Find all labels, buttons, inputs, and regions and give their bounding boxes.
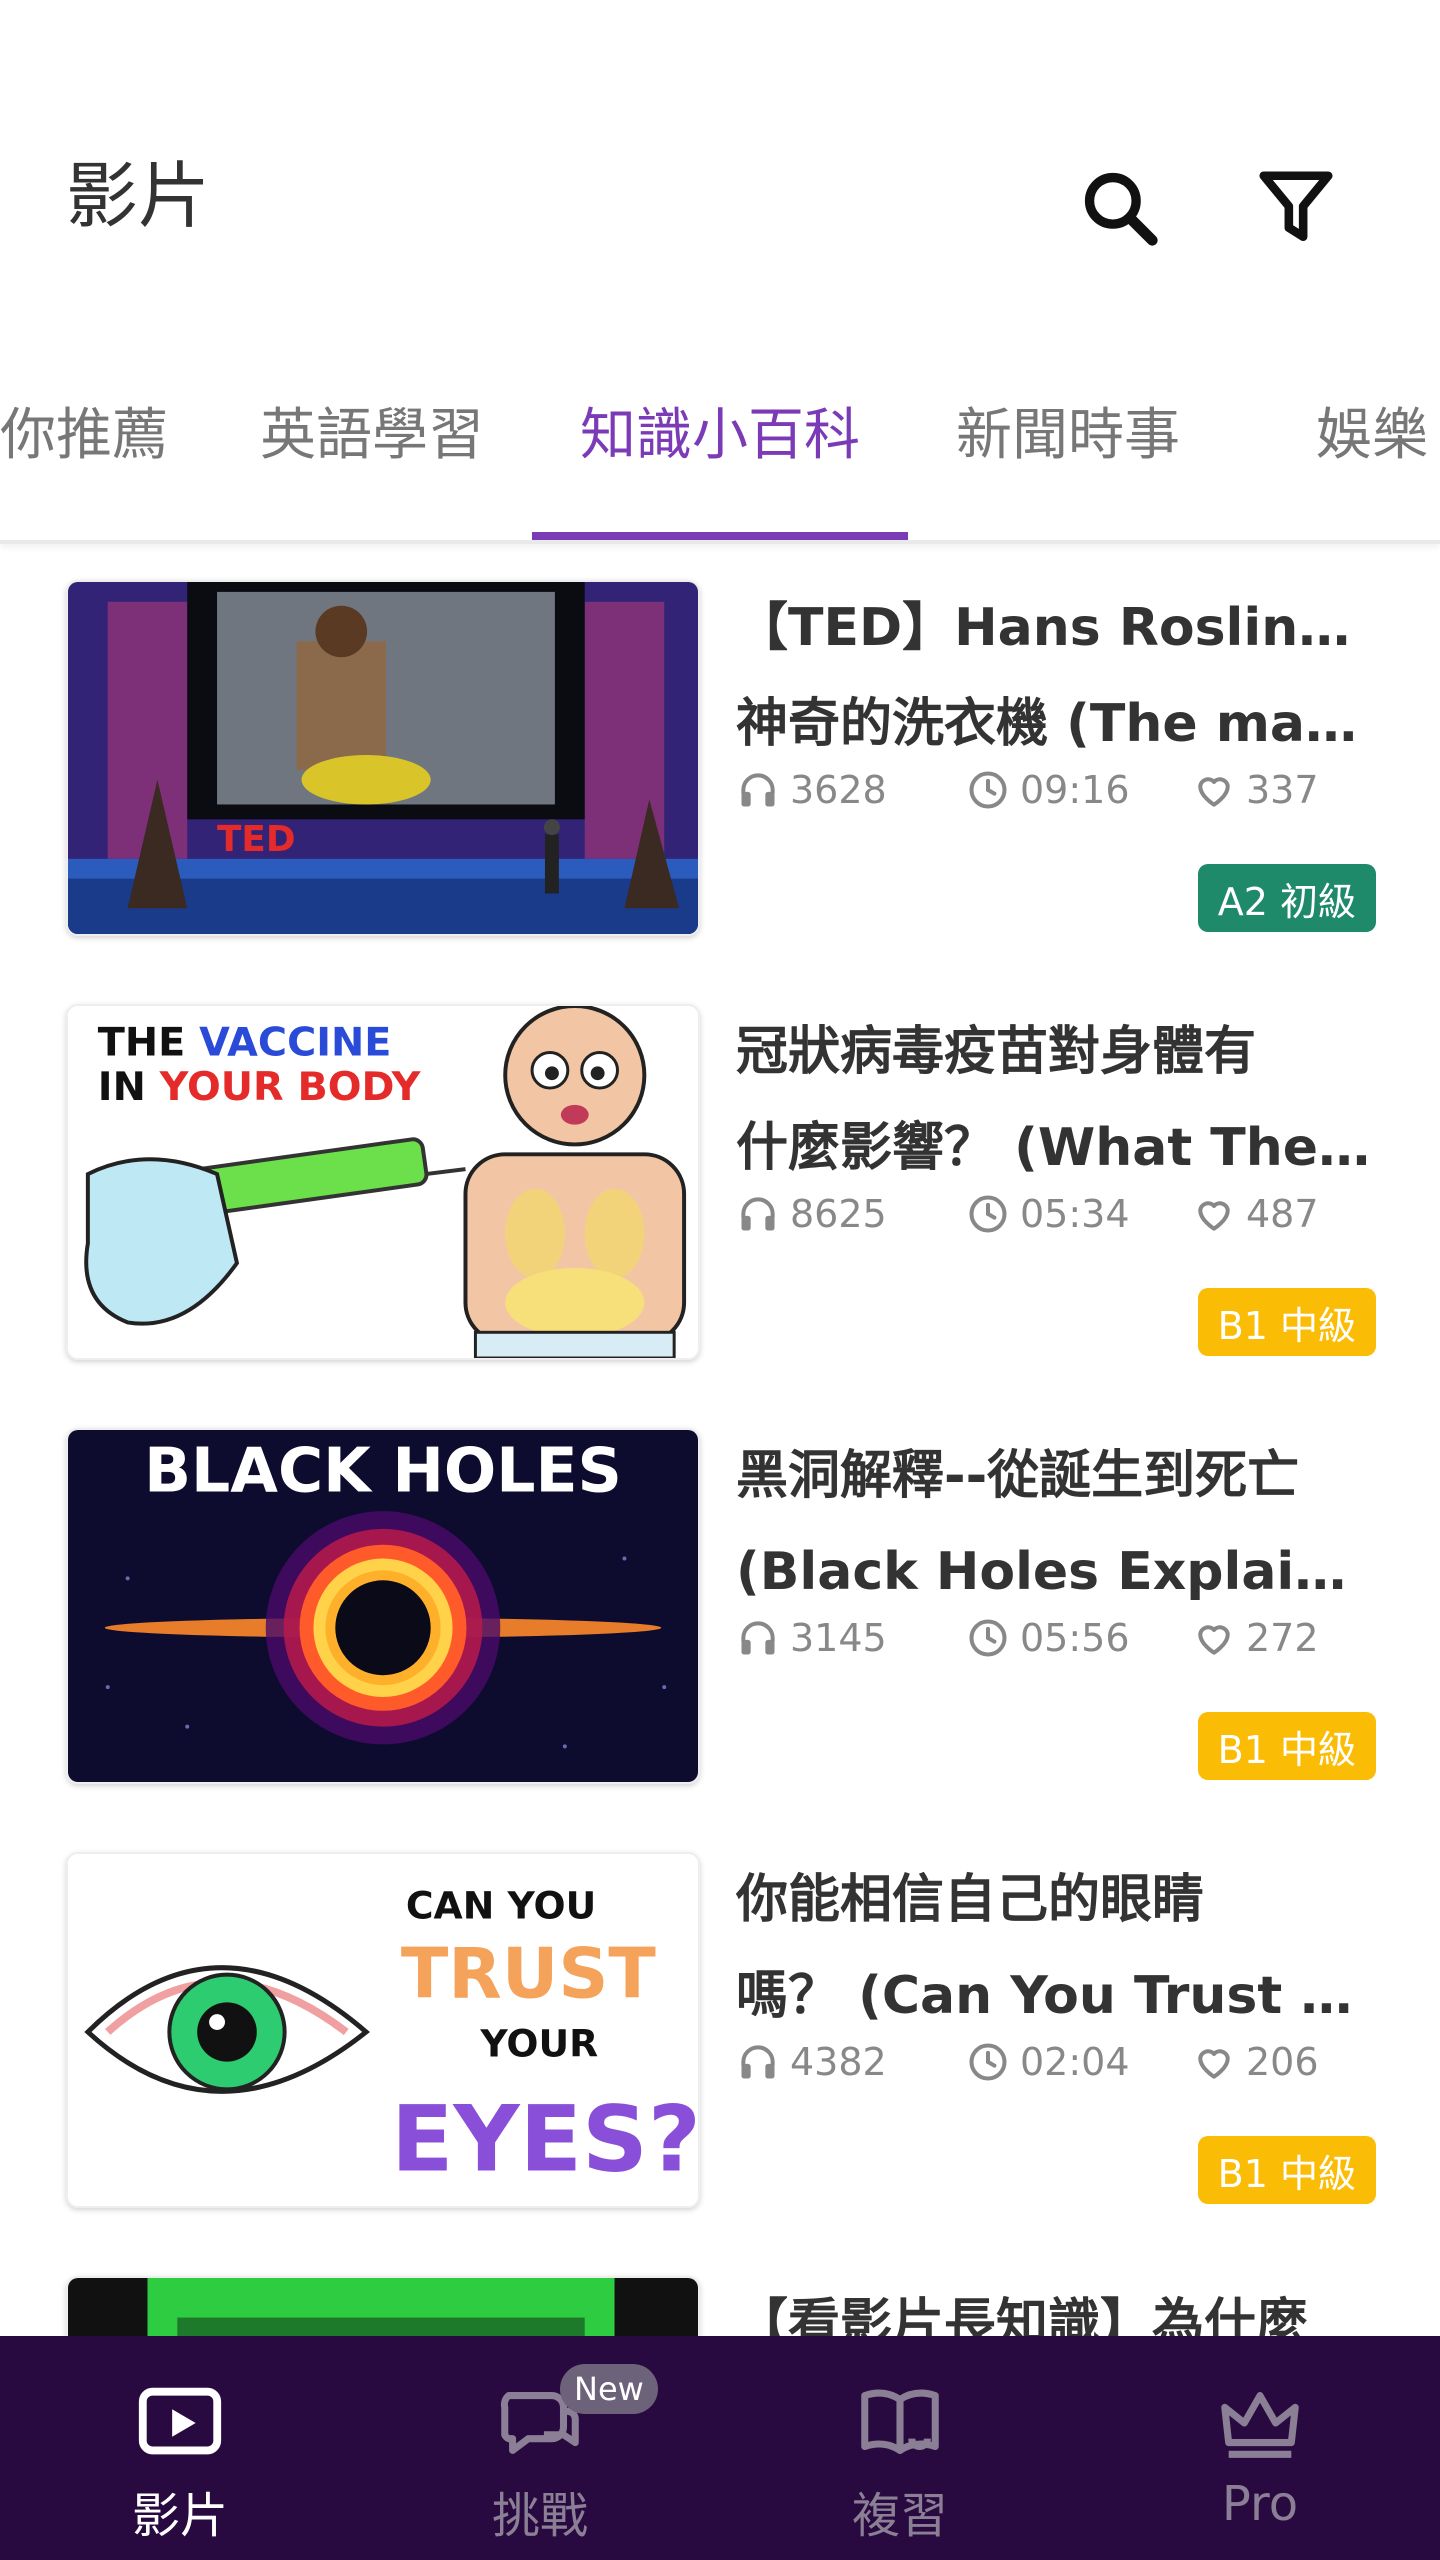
clock-icon [969, 2043, 1007, 2081]
clock-icon [969, 1195, 1007, 1233]
tab-news[interactable]: 新聞時事 [956, 400, 1180, 473]
listen-count: 8625 [736, 1186, 887, 1242]
heart-icon [1198, 1625, 1230, 1655]
svg-text:BLACK HOLES: BLACK HOLES [144, 1435, 622, 1506]
video-title[interactable]: 黑洞解釋--從誕生到死亡 (Black Holes Explained … [736, 1428, 1376, 1620]
svg-text:IN YOUR BODY: IN YOUR BODY [98, 1064, 422, 1110]
video-card[interactable]: BLACK HOLES 黑洞解釋--從誕生到死亡 (Black Holes Ex… [0, 1392, 1440, 1816]
clock-icon [969, 771, 1007, 809]
nav-videos[interactable]: 影片 [0, 2336, 360, 2560]
headphones-icon [741, 773, 775, 807]
listen-count: 3628 [736, 762, 887, 818]
listen-count: 4382 [736, 2034, 887, 2090]
svg-text:TED: TED [217, 819, 296, 860]
video-title[interactable]: 【看影片長知識】為什麼 [736, 2276, 1376, 2336]
like-count: 272 [1192, 1610, 1319, 1666]
like-count: 206 [1192, 2034, 1319, 2090]
video-card[interactable]: 【看影片長知識】為什麼 [0, 2240, 1440, 2336]
video-card[interactable]: TED 【TED】Hans Rosling 與 神奇的洗衣機 (The mag…… [0, 544, 1440, 968]
nav-pro[interactable]: Pro [1080, 2336, 1440, 2560]
crown-icon [1221, 2392, 1299, 2458]
active-tab-indicator [532, 532, 908, 540]
category-tabs: 你推薦 英語學習 知識小百科 新聞時事 娛樂 [0, 360, 1440, 544]
video-list[interactable]: TED 【TED】Hans Rosling 與 神奇的洗衣機 (The mag…… [0, 544, 1440, 2336]
video-stats: 8625 05:34 487 [736, 1186, 1376, 1242]
headphones-icon [741, 1197, 775, 1231]
nav-review[interactable]: 複習 [720, 2336, 1080, 2560]
video-stats: 3628 09:16 337 [736, 762, 1376, 818]
new-badge: New [560, 2364, 658, 2414]
video-thumbnail[interactable]: TED [66, 580, 700, 936]
video-thumbnail[interactable]: THE VACCINE IN YOUR BODY [66, 1004, 700, 1360]
video-duration: 05:34 [966, 1186, 1130, 1242]
video-thumbnail[interactable] [66, 2276, 700, 2336]
video-play-icon [138, 2387, 222, 2455]
video-thumbnail[interactable]: BLACK HOLES [66, 1428, 700, 1784]
svg-text:TRUST: TRUST [401, 1935, 656, 2015]
video-title[interactable]: 冠狀病毒疫苗對身體有 什麼影響？ (What The … [736, 1004, 1376, 1196]
svg-text:THE VACCINE: THE VACCINE [98, 1020, 392, 1066]
heart-icon [1198, 777, 1230, 807]
video-duration: 02:04 [966, 2034, 1130, 2090]
page-title: 影片 [66, 154, 211, 238]
video-card[interactable]: CAN YOU TRUST YOUR EYES? 你能相信自己的眼睛 嗎？ (C… [0, 1816, 1440, 2240]
heart-icon [1198, 2049, 1230, 2079]
app-header: 影片 [0, 0, 1440, 360]
filter-icon[interactable] [1248, 160, 1344, 256]
listen-count: 3145 [736, 1610, 887, 1666]
svg-text:CAN YOU: CAN YOU [406, 1883, 596, 1927]
search-icon[interactable] [1072, 160, 1168, 256]
level-badge: B1 中級 [1197, 2136, 1376, 2204]
video-duration: 05:56 [966, 1610, 1130, 1666]
tab-entertainment[interactable]: 娛樂 [1316, 400, 1428, 473]
book-review-icon [861, 2389, 939, 2454]
level-badge: B1 中級 [1197, 1288, 1376, 1356]
video-card[interactable]: THE VACCINE IN YOUR BODY 冠狀病毒疫苗對身體有 什麼影響… [0, 968, 1440, 1392]
svg-text:EYES?: EYES? [391, 2086, 698, 2193]
video-stats: 3145 05:56 272 [736, 1610, 1376, 1666]
video-duration: 09:16 [966, 762, 1130, 818]
tab-recommended[interactable]: 你推薦 [0, 400, 168, 473]
video-title[interactable]: 【TED】Hans Rosling 與 神奇的洗衣機 (The mag… [736, 580, 1376, 772]
clock-icon [969, 1619, 1007, 1657]
heart-icon [1198, 1201, 1230, 1231]
video-thumbnail[interactable]: CAN YOU TRUST YOUR EYES? [66, 1852, 700, 2208]
headphones-icon [741, 1621, 775, 1655]
like-count: 487 [1192, 1186, 1319, 1242]
svg-text:YOUR: YOUR [479, 2022, 598, 2066]
video-stats: 4382 02:04 206 [736, 2034, 1376, 2090]
level-badge: A2 初級 [1197, 864, 1376, 932]
tab-english-learning[interactable]: 英語學習 [260, 400, 484, 473]
tab-knowledge[interactable]: 知識小百科 [580, 400, 860, 473]
level-badge: B1 中級 [1197, 1712, 1376, 1780]
like-count: 337 [1192, 762, 1319, 818]
nav-challenge[interactable]: 挑戰 [360, 2336, 720, 2560]
headphones-icon [741, 2045, 775, 2079]
video-title[interactable]: 你能相信自己的眼睛 嗎？ (Can You Trust Yo… [736, 1852, 1376, 2044]
bottom-navigation: 影片 挑戰 複習 New Pro [0, 2336, 1440, 2560]
